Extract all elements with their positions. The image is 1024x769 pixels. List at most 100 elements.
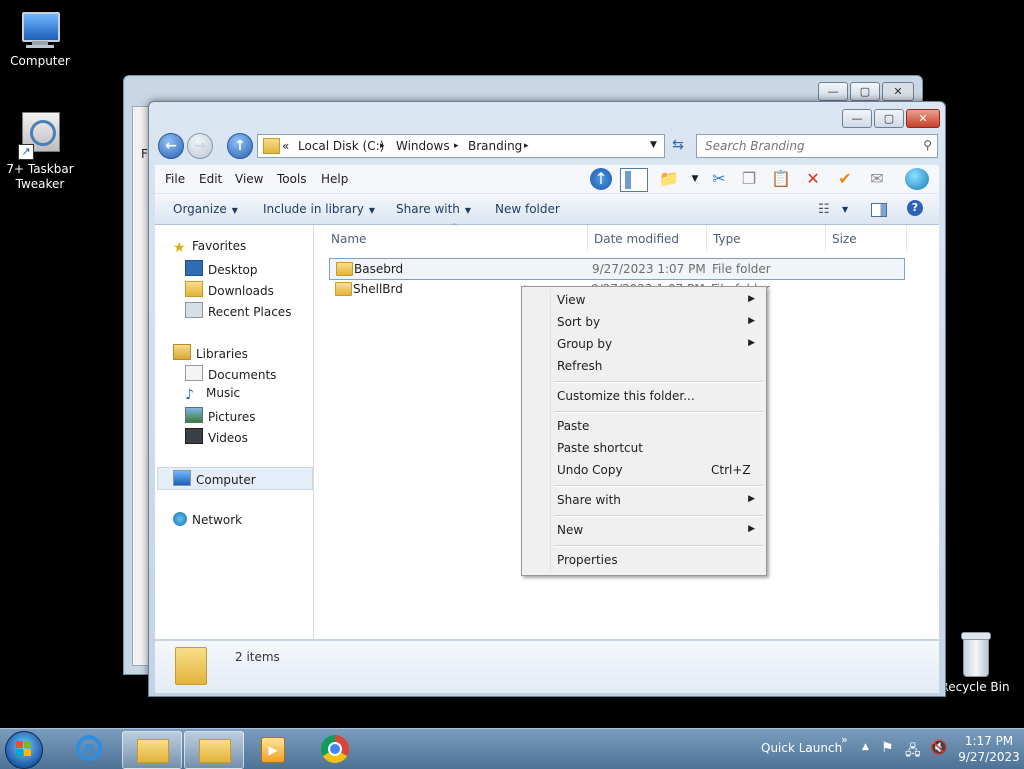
pictures-icon: [185, 407, 203, 423]
desktop-icon-recycle-bin[interactable]: Recycle Bin: [935, 632, 1015, 694]
column-header-type[interactable]: Type: [707, 225, 826, 251]
network-tray-icon[interactable]: 🖧: [905, 740, 921, 764]
address-overflow[interactable]: «: [282, 139, 289, 153]
copy-icon[interactable]: ❐: [737, 168, 761, 190]
cut-icon[interactable]: ✂: [707, 168, 731, 190]
nav-recent-places[interactable]: Recent Places: [185, 302, 291, 319]
nav-desktop[interactable]: Desktop: [185, 260, 258, 277]
context-item-refresh[interactable]: Refresh: [525, 355, 763, 377]
taskbar-internet-explorer[interactable]: e: [60, 731, 118, 767]
start-button[interactable]: [5, 731, 43, 769]
new-folder-button[interactable]: New folder: [495, 202, 560, 216]
up-button[interactable]: ↑: [227, 133, 253, 159]
column-header-name[interactable]: Name ^: [325, 222, 588, 251]
breadcrumb-local-disk[interactable]: Local Disk (C:): [298, 139, 384, 153]
search-box[interactable]: ⚲: [696, 134, 938, 158]
up-folder-icon[interactable]: ↑: [590, 168, 612, 190]
globe-icon[interactable]: [905, 168, 929, 190]
taskbar-chrome[interactable]: [306, 731, 364, 767]
address-bar[interactable]: « Local Disk (C:) ▸ Windows ▸ Branding ▸…: [257, 134, 665, 158]
nav-music[interactable]: ♪ Music: [185, 386, 240, 403]
context-item-new[interactable]: New ▶: [525, 519, 763, 541]
recycle-bin-icon: [957, 632, 993, 678]
taskbar-media-player[interactable]: ▶: [244, 731, 302, 767]
address-dropdown-icon[interactable]: ▼: [650, 140, 657, 150]
context-item-sort-by[interactable]: Sort by ▶: [525, 311, 763, 333]
views-dropdown-icon[interactable]: ▼: [683, 168, 707, 190]
desktop-icon-label: 7+ Taskbar Tweaker: [6, 162, 74, 191]
show-hidden-icons-button[interactable]: ▲: [862, 742, 869, 752]
organize-button[interactable]: Organize ▼: [173, 202, 238, 216]
file-row[interactable]: Basebrd 9/27/2023 1:07 PM File folder: [329, 258, 905, 280]
context-item-customize-folder[interactable]: Customize this folder...: [525, 385, 763, 407]
nav-videos[interactable]: Videos: [185, 428, 248, 445]
documents-icon: [185, 365, 203, 381]
quick-launch-label[interactable]: Quick Launch: [761, 741, 842, 755]
include-in-library-button[interactable]: Include in library ▼: [263, 202, 375, 216]
shortcut-label: Ctrl+Z: [711, 463, 751, 477]
context-item-view[interactable]: View ▶: [525, 289, 763, 311]
desktop-icon-taskbar-tweaker[interactable]: ↗ 7+ Taskbar Tweaker: [0, 112, 80, 192]
properties-check-icon[interactable]: ✔: [833, 168, 857, 190]
breadcrumb-branding[interactable]: Branding: [468, 139, 522, 153]
paste-icon[interactable]: 📋: [769, 168, 793, 190]
context-item-undo-copy[interactable]: Undo Copy Ctrl+Z: [525, 459, 763, 481]
nav-network[interactable]: Network: [173, 512, 242, 527]
context-item-paste-shortcut[interactable]: Paste shortcut: [525, 437, 763, 459]
breadcrumb-windows[interactable]: Windows: [396, 139, 450, 153]
explorer-folder-icon: [199, 739, 231, 763]
nav-downloads[interactable]: Downloads: [185, 281, 274, 298]
desktop-icon-computer[interactable]: Computer: [0, 10, 80, 68]
nav-pictures[interactable]: Pictures: [185, 407, 256, 424]
context-separator: [554, 411, 763, 413]
breadcrumb-separator[interactable]: ▸: [380, 141, 385, 151]
background-maximize-button[interactable]: ▢: [850, 82, 880, 101]
taskbar-explorer-2[interactable]: [184, 731, 244, 769]
refresh-icon[interactable]: ⇆: [668, 135, 688, 155]
volume-muted-icon[interactable]: 🔇: [930, 740, 947, 756]
nav-computer[interactable]: Computer: [173, 470, 256, 487]
delete-icon[interactable]: ✕: [801, 168, 825, 190]
background-minimize-button[interactable]: —: [818, 82, 848, 101]
clock[interactable]: 1:17 PM 9/27/2023: [956, 733, 1022, 765]
menu-file[interactable]: File: [165, 172, 185, 186]
close-button[interactable]: ✕: [906, 109, 940, 128]
windows-logo-icon: [16, 741, 23, 748]
sort-ascending-icon: ^: [451, 222, 458, 231]
folders-pane-icon[interactable]: [620, 168, 648, 192]
search-input[interactable]: [703, 138, 912, 154]
background-close-button[interactable]: ✕: [882, 82, 914, 101]
share-with-button[interactable]: Share with ▼: [396, 202, 471, 216]
context-item-paste[interactable]: Paste: [525, 415, 763, 437]
nav-libraries[interactable]: Libraries: [173, 344, 248, 361]
quick-launch-chevron[interactable]: »: [841, 733, 848, 746]
maximize-button[interactable]: ▢: [874, 109, 904, 128]
forward-button[interactable]: →: [187, 133, 213, 159]
menu-edit[interactable]: Edit: [199, 172, 222, 186]
search-icon[interactable]: ⚲: [923, 138, 932, 152]
back-button[interactable]: ←: [158, 133, 184, 159]
column-header-date[interactable]: Date modified: [588, 225, 707, 251]
menu-view[interactable]: View: [235, 172, 263, 186]
breadcrumb-separator[interactable]: ▸: [454, 141, 459, 151]
breadcrumb-separator[interactable]: ▸: [524, 141, 529, 151]
context-item-share-with[interactable]: Share with ▶: [525, 489, 763, 511]
nav-favorites[interactable]: ★ Favorites: [173, 239, 246, 256]
change-view-dropdown-icon[interactable]: ▼: [842, 205, 848, 214]
action-center-flag-icon[interactable]: ⚑: [881, 740, 894, 756]
minimize-button[interactable]: —: [842, 109, 872, 128]
column-header-size[interactable]: Size: [826, 225, 907, 251]
context-item-properties[interactable]: Properties: [525, 549, 763, 571]
computer-icon: [18, 10, 62, 50]
email-icon[interactable]: ✉: [865, 168, 889, 190]
views-icon[interactable]: 📁: [657, 168, 681, 190]
computer-icon: [173, 470, 191, 486]
taskbar-explorer-1[interactable]: [122, 731, 182, 769]
help-icon[interactable]: ?: [907, 200, 923, 216]
context-item-group-by[interactable]: Group by ▶: [525, 333, 763, 355]
nav-documents[interactable]: Documents: [185, 365, 276, 382]
menu-help[interactable]: Help: [321, 172, 348, 186]
change-view-icon[interactable]: ☷: [818, 202, 830, 217]
menu-tools[interactable]: Tools: [277, 172, 307, 186]
preview-pane-icon[interactable]: [871, 203, 887, 217]
